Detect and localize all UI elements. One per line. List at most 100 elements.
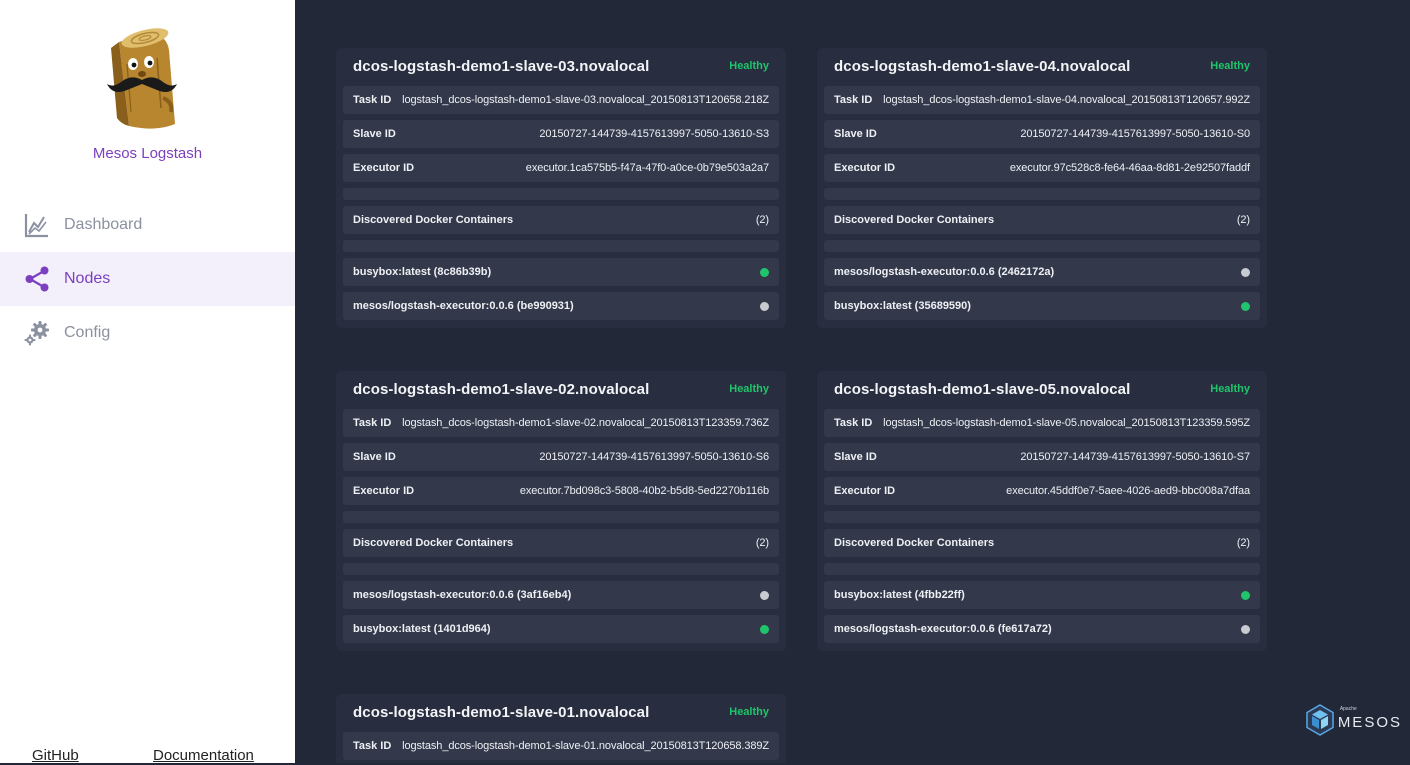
task-id-row: Task ID logstash_dcos-logstash-demo1-sla… bbox=[343, 409, 779, 437]
containers-label: Discovered Docker Containers bbox=[834, 537, 995, 549]
slave-id-value: 20150727-144739-4157613997-5050-13610-S6 bbox=[539, 451, 769, 463]
containers-count: (2) bbox=[1236, 537, 1250, 549]
node-card: dcos-logstash-demo1-slave-03.novalocal H… bbox=[336, 48, 786, 328]
slave-id-row: Slave ID 20150727-144739-4157613997-5050… bbox=[343, 120, 779, 148]
row-divider bbox=[343, 240, 779, 252]
status-badge: Healthy bbox=[729, 706, 769, 718]
slave-id-row: Slave ID 20150727-144739-4157613997-5050… bbox=[824, 120, 1260, 148]
sidebar: Mesos Logstash Dashboard Nodes Config Gi… bbox=[0, 0, 295, 765]
executor-id-label: Executor ID bbox=[353, 485, 415, 497]
github-link[interactable]: GitHub bbox=[32, 747, 79, 764]
logstash-logo bbox=[105, 28, 185, 132]
node-card: dcos-logstash-demo1-slave-02.novalocal H… bbox=[336, 371, 786, 651]
executor-id-row: Executor ID executor.7bd098c3-5808-40b2-… bbox=[343, 477, 779, 505]
share-nodes-icon bbox=[24, 266, 50, 292]
executor-id-label: Executor ID bbox=[834, 162, 896, 174]
container-row: busybox:latest (1401d964) bbox=[343, 615, 779, 643]
container-row: busybox:latest (35689590) bbox=[824, 292, 1260, 320]
slave-id-label: Slave ID bbox=[353, 128, 396, 140]
task-id-value: logstash_dcos-logstash-demo1-slave-05.no… bbox=[883, 417, 1250, 429]
row-divider bbox=[824, 240, 1260, 252]
task-id-value: logstash_dcos-logstash-demo1-slave-01.no… bbox=[402, 740, 769, 752]
task-id-label: Task ID bbox=[834, 94, 873, 106]
container-row: mesos/logstash-executor:0.0.6 (3af16eb4) bbox=[343, 581, 779, 609]
executor-id-row: Executor ID executor.97c528c8-fe64-46aa-… bbox=[824, 154, 1260, 182]
node-card: dcos-logstash-demo1-slave-04.novalocal H… bbox=[817, 48, 1267, 328]
executor-id-value: executor.1ca575b5-f47a-47f0-a0ce-0b79e50… bbox=[525, 162, 769, 174]
sidebar-item-label: Nodes bbox=[64, 270, 111, 287]
main-content: dcos-logstash-demo1-slave-03.novalocal H… bbox=[295, 0, 1410, 763]
container-row: mesos/logstash-executor:0.0.6 (fe617a72) bbox=[824, 615, 1260, 643]
row-divider bbox=[824, 511, 1260, 523]
container-name: busybox:latest (35689590) bbox=[834, 300, 971, 312]
slave-id-value: 20150727-144739-4157613997-5050-13610-S0 bbox=[1020, 128, 1250, 140]
task-id-value: logstash_dcos-logstash-demo1-slave-04.no… bbox=[883, 94, 1250, 106]
documentation-link[interactable]: Documentation bbox=[153, 747, 254, 764]
sidebar-item-nodes[interactable]: Nodes bbox=[0, 252, 295, 306]
sidebar-footer: GitHub Documentation bbox=[0, 745, 295, 765]
container-name: mesos/logstash-executor:0.0.6 (be990931) bbox=[353, 300, 574, 312]
status-badge: Healthy bbox=[1210, 383, 1250, 395]
container-row: mesos/logstash-executor:0.0.6 (2462172a) bbox=[824, 258, 1260, 286]
status-badge: Healthy bbox=[729, 60, 769, 72]
mesos-hex-icon bbox=[1306, 704, 1334, 741]
node-card-header: dcos-logstash-demo1-slave-02.novalocal H… bbox=[343, 371, 779, 407]
status-dot bbox=[760, 624, 769, 634]
status-dot bbox=[1241, 624, 1250, 634]
slave-id-row: Slave ID 20150727-144739-4157613997-5050… bbox=[343, 443, 779, 471]
containers-label: Discovered Docker Containers bbox=[353, 214, 514, 226]
containers-header-row: Discovered Docker Containers (2) bbox=[824, 529, 1260, 557]
node-card: dcos-logstash-demo1-slave-01.novalocal H… bbox=[336, 694, 786, 763]
node-hostname: dcos-logstash-demo1-slave-01.novalocal bbox=[353, 703, 650, 721]
node-hostname: dcos-logstash-demo1-slave-05.novalocal bbox=[834, 380, 1131, 398]
containers-label: Discovered Docker Containers bbox=[834, 214, 995, 226]
node-card: dcos-logstash-demo1-slave-05.novalocal H… bbox=[817, 371, 1267, 651]
node-hostname: dcos-logstash-demo1-slave-03.novalocal bbox=[353, 57, 650, 75]
containers-header-row: Discovered Docker Containers (2) bbox=[824, 206, 1260, 234]
status-dot bbox=[760, 267, 769, 277]
status-dot bbox=[760, 301, 769, 311]
executor-id-row: Executor ID executor.1ca575b5-f47a-47f0-… bbox=[343, 154, 779, 182]
status-dot bbox=[760, 590, 769, 600]
task-id-row: Task ID logstash_dcos-logstash-demo1-sla… bbox=[343, 86, 779, 114]
node-hostname: dcos-logstash-demo1-slave-04.novalocal bbox=[834, 57, 1131, 75]
slave-id-label: Slave ID bbox=[834, 451, 877, 463]
mesos-label: MESOS bbox=[1337, 714, 1402, 731]
containers-label: Discovered Docker Containers bbox=[353, 537, 514, 549]
containers-header-row: Discovered Docker Containers (2) bbox=[343, 529, 779, 557]
container-name: busybox:latest (4fbb22ff) bbox=[834, 589, 965, 601]
slave-id-value: 20150727-144739-4157613997-5050-13610-S7 bbox=[1020, 451, 1250, 463]
gears-icon bbox=[24, 320, 50, 346]
task-id-row: Task ID logstash_dcos-logstash-demo1-sla… bbox=[824, 409, 1260, 437]
task-id-label: Task ID bbox=[834, 417, 873, 429]
task-id-label: Task ID bbox=[353, 94, 392, 106]
sidebar-item-config[interactable]: Config bbox=[0, 306, 295, 360]
node-card-header: dcos-logstash-demo1-slave-04.novalocal H… bbox=[824, 48, 1260, 84]
executor-id-value: executor.45ddf0e7-5aee-4026-aed9-bbc008a… bbox=[1006, 485, 1250, 497]
executor-id-row: Executor ID executor.45ddf0e7-5aee-4026-… bbox=[824, 477, 1260, 505]
row-divider bbox=[343, 188, 779, 200]
row-divider bbox=[824, 188, 1260, 200]
task-id-row: Task ID logstash_dcos-logstash-demo1-sla… bbox=[824, 86, 1260, 114]
container-row: busybox:latest (4fbb22ff) bbox=[824, 581, 1260, 609]
sidebar-item-dashboard[interactable]: Dashboard bbox=[0, 198, 295, 252]
container-name: mesos/logstash-executor:0.0.6 (3af16eb4) bbox=[353, 589, 572, 601]
task-id-row: Task ID logstash_dcos-logstash-demo1-sla… bbox=[343, 732, 779, 760]
containers-count: (2) bbox=[755, 537, 769, 549]
executor-id-label: Executor ID bbox=[353, 162, 415, 174]
container-name: busybox:latest (1401d964) bbox=[353, 623, 491, 635]
chart-line-icon bbox=[24, 212, 50, 238]
status-badge: Healthy bbox=[1210, 60, 1250, 72]
containers-count: (2) bbox=[1236, 214, 1250, 226]
executor-id-value: executor.97c528c8-fe64-46aa-8d81-2e92507… bbox=[1009, 162, 1250, 174]
mesos-wordmark: Apache MESOS bbox=[1337, 706, 1402, 731]
slave-id-label: Slave ID bbox=[353, 451, 396, 463]
containers-count: (2) bbox=[755, 214, 769, 226]
apache-label: Apache bbox=[1339, 706, 1357, 712]
sidebar-nav: Dashboard Nodes Config bbox=[0, 198, 295, 360]
status-dot bbox=[1241, 301, 1250, 311]
slave-id-label: Slave ID bbox=[834, 128, 877, 140]
status-badge: Healthy bbox=[729, 383, 769, 395]
container-name: busybox:latest (8c86b39b) bbox=[353, 266, 492, 278]
task-id-value: logstash_dcos-logstash-demo1-slave-03.no… bbox=[402, 94, 769, 106]
